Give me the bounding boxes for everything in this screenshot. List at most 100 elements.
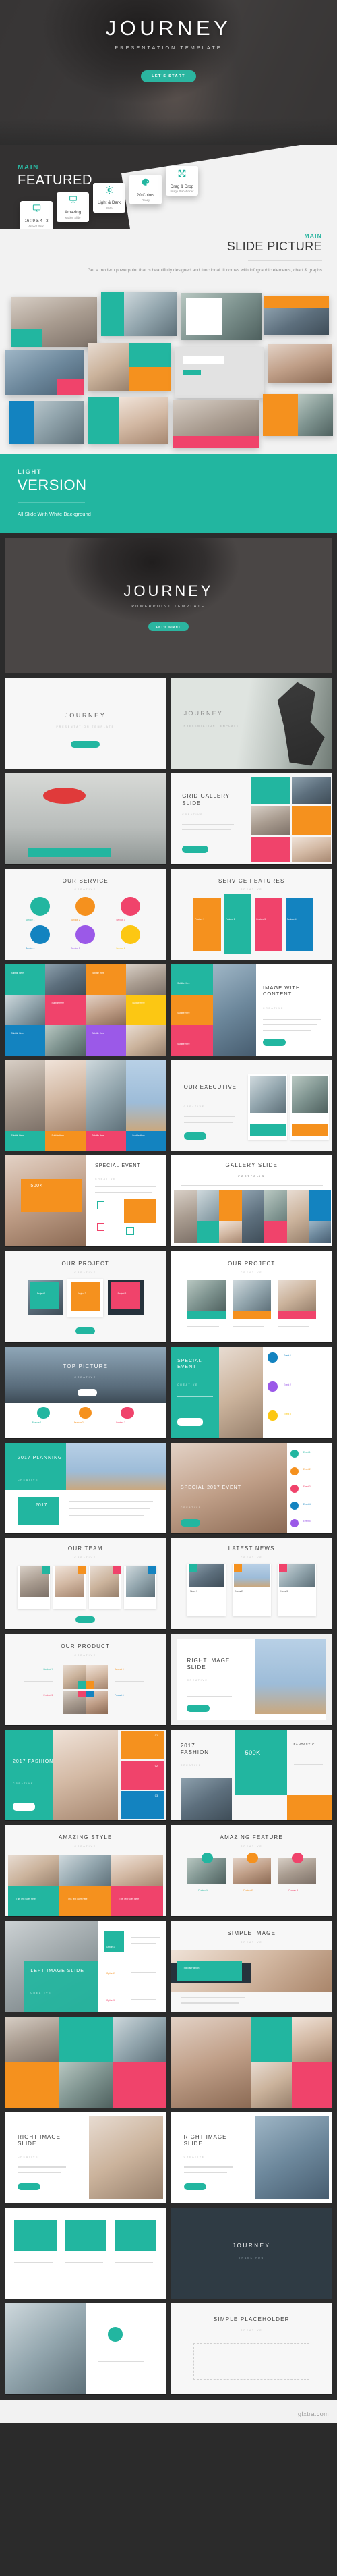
mockup-slide[interactable] <box>181 292 262 340</box>
slide-subtitle: PORTFOLIO <box>238 1174 266 1178</box>
mockup-slide[interactable] <box>11 296 97 347</box>
mockup-slide[interactable] <box>264 295 329 335</box>
feature-card[interactable]: Amazing Motion Slide <box>57 192 89 222</box>
mockup-slide[interactable] <box>173 399 259 448</box>
presentation-icon <box>69 195 78 207</box>
event-label: Event 5 <box>303 1520 311 1523</box>
slide-title: LEFT IMAGE SLIDE <box>30 1969 84 1974</box>
mockup-slide[interactable] <box>268 344 332 383</box>
big-photo-button[interactable]: LET'S START <box>148 622 189 631</box>
slide-thumb[interactable]: Subtitle Here Subtitle Here Subtitle Her… <box>5 964 166 1056</box>
slide-subtitle: CREATIVE <box>240 1556 263 1560</box>
feature-card[interactable]: 16 : 9 & 4 : 3 Aspect Ratio <box>20 201 53 229</box>
slide-subtitle: CREATIVE <box>183 1105 205 1109</box>
slide-thumb[interactable]: OUR EXECUTIVE CREATIVE <box>171 1060 332 1151</box>
slide-thumb[interactable] <box>171 2016 332 2108</box>
slide-thumb[interactable]: OUR SERVICE CREATIVE Service 1 Service 2… <box>5 869 166 960</box>
mockup-slide[interactable] <box>88 342 171 391</box>
mockup-slide[interactable] <box>5 349 84 395</box>
slide-thumb[interactable]: SIMPLE PLACEHOLDER CREATIVE <box>171 2303 332 2394</box>
slide-subtitle: CREATIVE <box>177 1383 199 1386</box>
slide-thumb[interactable]: SPECIAL 2017 EVENT CREATIVE Event 1 Even… <box>171 1442 332 1534</box>
hero-title: JOURNEY <box>105 16 232 40</box>
slide-thumb[interactable] <box>5 2303 166 2394</box>
caption-label: This Text Goes Here <box>16 1898 36 1901</box>
slide-title: OUR PRODUCT <box>61 1643 111 1649</box>
subtitle-label: Subtitle Here <box>11 1134 24 1138</box>
feature-card-subtitle: Slide <box>106 206 113 210</box>
mockup-slide[interactable] <box>101 291 177 336</box>
feature-card-title: Drag & Drop <box>170 184 194 189</box>
slide-thumb[interactable]: JOURNEY PRESENTATION TEMPLATE <box>5 677 166 769</box>
slide-thumb[interactable]: 2017 PLANNING CREATIVE 2017 <box>5 1442 166 1534</box>
slide-title: LATEST NEWS <box>228 1545 275 1552</box>
slide-subtitle: CREATIVE <box>30 1992 52 1995</box>
subtitle-label: Subtitle Here <box>11 971 24 975</box>
slide-thumb[interactable]: SERVICE FEATURES CREATIVE Feature 1 Feat… <box>171 869 332 960</box>
slide-thumb[interactable]: RIGHT IMAGE SLIDE CREATIVE <box>171 1634 332 1725</box>
slide-thumb[interactable]: JOURNEY THANK YOU <box>171 2208 332 2299</box>
slide-thumb[interactable]: OUR PRODUCT CREATIVE Product 1 Product 2… <box>5 1634 166 1725</box>
stat-value: 500K <box>30 1184 43 1189</box>
subtitle-label: Subtitle Here <box>51 1002 64 1005</box>
number-label: 02 <box>154 1763 158 1767</box>
slide-thumb[interactable] <box>5 2016 166 2108</box>
slide-thumb[interactable]: IMAGE WITH CONTENT CREATIVE Subtitle Her… <box>171 964 332 1056</box>
slide-thumb[interactable]: 500K SPECIAL EVENT CREATIVE <box>5 1155 166 1247</box>
slide-subtitle: CREATIVE <box>18 1479 39 1482</box>
slide-title: 2017 FASHION <box>180 1742 209 1755</box>
service-label: Service 2 <box>71 919 80 922</box>
light-version-paragraph: All Slide With White Background <box>18 510 91 517</box>
hero-banner: JOURNEY PRESENTATION TEMPLATE LET'S STAR… <box>0 0 337 145</box>
slide-button <box>71 741 100 748</box>
slide-thumb[interactable]: SIMPLE IMAGE CREATIVE Special Fashion <box>171 1921 332 2012</box>
slide-thumb[interactable]: RIGHT IMAGE SLIDE CREATIVE <box>171 2112 332 2203</box>
feature-card-title: 20 Colors <box>136 192 155 198</box>
slide-title: OUR PROJECT <box>227 1260 276 1267</box>
slide-thumb[interactable]: 2017 FASHION CREATIVE 500K FANTASTIC <box>171 1729 332 1821</box>
slide-title: SIMPLE IMAGE <box>227 1929 276 1936</box>
slide-thumb[interactable]: AMAZING STYLE CREATIVE This Text Goes He… <box>5 1825 166 1917</box>
feature-label: Feature 2 <box>225 918 235 921</box>
slide-thumb[interactable]: LATEST NEWS CREATIVE News 1 News 2 News … <box>171 1538 332 1630</box>
feature-card-subtitle: Ready <box>141 198 150 202</box>
slide-thumb[interactable]: GRID GALLERY SLIDE CREATIVE <box>171 773 332 865</box>
slide-thumb[interactable]: GALLERY SLIDE PORTFOLIO <box>171 1155 332 1247</box>
slide-thumb[interactable] <box>5 2208 166 2299</box>
feature-card[interactable]: 20 Colors Ready <box>129 175 162 204</box>
slide-title: OUR SERVICE <box>62 877 109 884</box>
slide-thumb[interactable]: RIGHT IMAGE SLIDE CREATIVE <box>5 2112 166 2203</box>
slide-thumb[interactable]: Subtitle Here Subtitle Here Subtitle Her… <box>5 1060 166 1151</box>
event-label: Event 3 <box>303 1485 311 1488</box>
slide-thumb[interactable] <box>5 773 166 865</box>
slide-thumb[interactable]: OUR PROJECT CREATIVE <box>171 1251 332 1342</box>
slide-thumb[interactable]: SPECIAL EVENT CREATIVE Event 1 Event 2 E… <box>171 1346 332 1438</box>
light-version-heading: VERSION <box>18 476 87 493</box>
slide-thumb[interactable]: OUR TEAM CREATIVE <box>5 1538 166 1630</box>
slide-thumb[interactable]: 2017 FASHION CREATIVE 01 02 03 <box>5 1729 166 1821</box>
feature-card-subtitle: Image Placeholder <box>170 190 194 194</box>
lets-start-button[interactable]: LET'S START <box>141 70 196 82</box>
hero-subtitle: PRESENTATION TEMPLATE <box>115 45 222 51</box>
slide-thumb[interactable]: LEFT IMAGE SLIDE CREATIVE Option 1 Optio… <box>5 1921 166 2012</box>
mockup-slide[interactable] <box>263 393 333 436</box>
big-photo-slide[interactable]: JOURNEY POWERPOINT TEMPLATE LET'S START <box>5 537 332 673</box>
watermark: gfxtra.com <box>297 2410 329 2417</box>
mockup-slide[interactable] <box>175 346 264 398</box>
feature-card[interactable]: Light & Dark Slide <box>93 183 125 213</box>
mockup-slide[interactable] <box>9 400 84 444</box>
slide-title: RIGHT IMAGE SLIDE <box>18 2133 61 2147</box>
news-label: News 3 <box>280 1590 288 1593</box>
slide-thumb[interactable]: OUR PROJECT CREATIVE Project 1 Project 2… <box>5 1251 166 1342</box>
slide-title: JOURNEY <box>183 710 224 717</box>
feature-card-title: Amazing <box>64 210 82 215</box>
mockup-slide[interactable] <box>88 396 168 444</box>
slide-thumb[interactable]: TOP PICTURE CREATIVE Feature 1 Feature 2… <box>5 1346 166 1438</box>
slide-subtitle: CREATIVE <box>12 1782 34 1785</box>
slide-title: TOP PICTURE <box>63 1363 109 1370</box>
slide-subtitle: CREATIVE <box>240 2328 263 2332</box>
slide-thumb[interactable]: JOURNEY PRESENTATION TEMPLATE <box>171 677 332 769</box>
feature-card[interactable]: Drag & Drop Image Placeholder <box>166 166 198 196</box>
slide-title: SIMPLE PLACEHOLDER <box>213 2315 290 2322</box>
slide-thumb[interactable]: AMAZING FEATURE CREATIVE Feature 1 Featu… <box>171 1825 332 1917</box>
